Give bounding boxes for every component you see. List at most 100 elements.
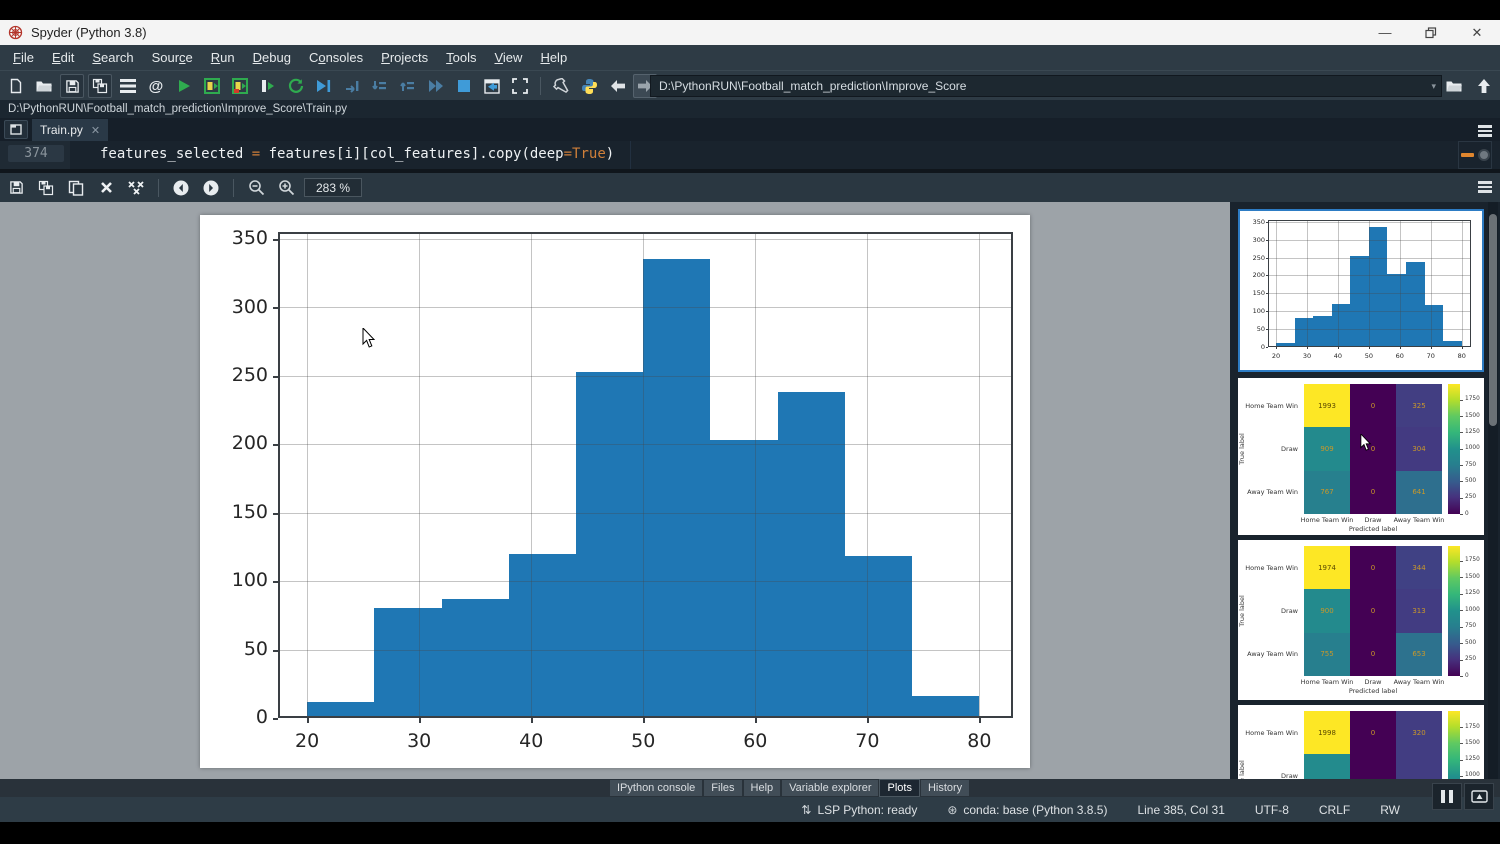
run-cell-button[interactable] <box>200 74 224 98</box>
open-console-window-button[interactable] <box>480 74 504 98</box>
lsp-icon: ⇅ <box>801 803 811 817</box>
pane-tab-plots[interactable]: Plots <box>880 780 918 796</box>
colorbar-tick <box>1460 594 1463 595</box>
back-arrow-icon <box>609 79 626 93</box>
menu-run[interactable]: Run <box>202 47 244 68</box>
save-plot-button[interactable] <box>4 176 28 200</box>
menu-view[interactable]: View <box>485 47 531 68</box>
editor-tab-trainpy[interactable]: Train.py ✕ <box>32 119 108 141</box>
rerun-cell-button[interactable] <box>284 74 308 98</box>
matrix-cell: 0 <box>1350 633 1396 676</box>
col-label: Away Team Win <box>1389 516 1449 524</box>
toolbar-right-icons <box>1442 74 1496 98</box>
rerun-icon <box>288 78 304 94</box>
menu-consoles[interactable]: Consoles <box>300 47 372 68</box>
open-folder-icon <box>35 78 53 94</box>
zoom-in-button[interactable] <box>274 176 298 200</box>
wrench-icon <box>553 78 569 94</box>
previous-plot-button[interactable] <box>169 176 193 200</box>
matrix-cell: 0 <box>1350 711 1396 754</box>
pane-tab-history[interactable]: History <box>921 780 969 796</box>
menu-debug[interactable]: Debug <box>244 47 300 68</box>
colorbar-tick-label: 1250 <box>1465 429 1480 435</box>
zoom-out-button[interactable] <box>244 176 268 200</box>
matrix-cell: 320 <box>1396 711 1442 754</box>
pane-tab-help[interactable]: Help <box>744 780 781 796</box>
parent-directory-button[interactable] <box>1472 74 1496 98</box>
line-number: 374 <box>8 145 64 162</box>
remove-all-plots-button[interactable] <box>124 176 148 200</box>
run-file-button[interactable] <box>172 74 196 98</box>
screen-capture-button[interactable] <box>1464 783 1494 810</box>
row-label: Draw <box>1242 607 1298 615</box>
copy-plot-button[interactable] <box>64 176 88 200</box>
run-selection-button[interactable] <box>256 74 280 98</box>
row-label: Home Team Win <box>1242 402 1298 410</box>
pause-button[interactable] <box>1432 783 1462 810</box>
x-tick-label: 40 <box>506 730 556 752</box>
pane-tab-variable-explorer[interactable]: Variable explorer <box>782 780 878 796</box>
save-all-plots-icon <box>38 180 54 196</box>
minimize-button[interactable]: — <box>1362 20 1408 45</box>
python-env-button[interactable] <box>577 74 601 98</box>
thumbnail-histogram[interactable]: 05010015020025030035020304050607080 <box>1238 209 1484 372</box>
row-label: Home Team Win <box>1242 564 1298 572</box>
zoom-level-field[interactable]: 283 % <box>304 178 362 197</box>
debug-step-out-button[interactable] <box>396 74 420 98</box>
menu-projects[interactable]: Projects <box>372 47 437 68</box>
scrollflag-gear-icon <box>1478 149 1490 161</box>
close-button[interactable]: ✕ <box>1454 20 1500 45</box>
stop-debug-button[interactable] <box>452 74 476 98</box>
matrix-cell: 344 <box>1396 546 1442 589</box>
save-all-plots-button[interactable] <box>34 176 58 200</box>
menu-help[interactable]: Help <box>531 47 576 68</box>
restore-button[interactable] <box>1408 20 1454 45</box>
menu-source[interactable]: Source <box>143 47 202 68</box>
open-file-button[interactable] <box>32 74 56 98</box>
x-tick-label: 30 <box>394 730 444 752</box>
code-editor[interactable]: 374 features_selected = features[i][col_… <box>0 141 1500 169</box>
thumbnail-confusion-matrix-1[interactable]: True label19930325Home Team Win9090304Dr… <box>1238 378 1484 535</box>
back-button[interactable] <box>605 74 629 98</box>
debug-continue-button[interactable] <box>424 74 448 98</box>
next-plot-button[interactable] <box>199 176 223 200</box>
debug-file-button[interactable] <box>312 74 336 98</box>
y-tick-label: 250 <box>200 364 268 386</box>
menu-search[interactable]: Search <box>83 47 142 68</box>
working-directory-combo[interactable]: D:\PythonRUN\Football_match_prediction\I… <box>650 75 1442 97</box>
tab-close-icon[interactable]: ✕ <box>91 124 100 137</box>
menu-tools[interactable]: Tools <box>437 47 485 68</box>
maximize-pane-button[interactable] <box>508 74 532 98</box>
spyder-window: Spyder (Python 3.8) — ✕ FileEditSearchSo… <box>0 0 1500 844</box>
code-token: = <box>252 146 260 162</box>
find-symbols-button[interactable]: @ <box>144 74 168 98</box>
save-all-button[interactable] <box>88 74 112 98</box>
pane-tab-ipython-console[interactable]: IPython console <box>610 780 702 796</box>
save-button[interactable] <box>60 74 84 98</box>
run-cell-advance-button[interactable] <box>228 74 252 98</box>
browse-directory-button[interactable] <box>1442 74 1466 98</box>
new-file-button[interactable] <box>4 74 28 98</box>
y-tick-label: 150 <box>200 501 268 523</box>
remove-plot-button[interactable] <box>94 176 118 200</box>
colorbar-tick-label: 1000 <box>1465 445 1480 451</box>
browse-tabs-button[interactable] <box>4 120 28 139</box>
remove-icon <box>100 181 113 194</box>
colorbar-tick <box>1460 449 1463 450</box>
debug-step-into-button[interactable] <box>368 74 392 98</box>
scrollbar-thumb[interactable] <box>1489 214 1497 426</box>
thumbnails-scrollbar[interactable] <box>1488 202 1498 779</box>
x-tick <box>1276 347 1277 349</box>
editor-options-menu-button[interactable] <box>1478 125 1492 137</box>
status-bar: ⇅ LSP Python: ready ⊛ conda: base (Pytho… <box>0 797 1500 822</box>
menu-edit[interactable]: Edit <box>43 47 83 68</box>
colorbar-tick-label: 1000 <box>1465 772 1480 778</box>
thumbnail-confusion-matrix-2[interactable]: True label19740344Home Team Win9000313Dr… <box>1238 540 1484 700</box>
menu-file[interactable]: File <box>4 47 43 68</box>
pane-tab-files[interactable]: Files <box>704 780 741 796</box>
outline-explorer-button[interactable] <box>116 74 140 98</box>
debug-step-button[interactable] <box>340 74 364 98</box>
preferences-button[interactable] <box>549 74 573 98</box>
plots-options-menu-button[interactable] <box>1478 181 1492 193</box>
thumbnail-confusion-matrix-3[interactable]: True label19980320Home Team WinDrawAway … <box>1238 705 1484 779</box>
